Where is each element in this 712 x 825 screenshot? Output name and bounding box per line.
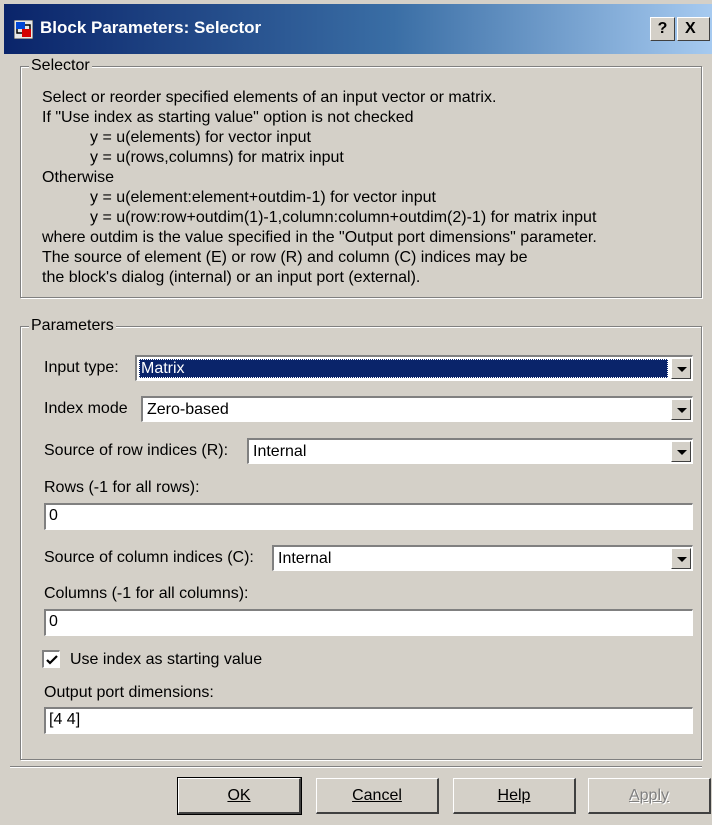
row-source-select[interactable]: Internal <box>247 438 693 464</box>
rows-input[interactable]: 0 <box>44 503 693 530</box>
parameters-group-label: Parameters <box>29 317 116 335</box>
help-title-button[interactable]: ? <box>650 17 675 41</box>
chevron-down-icon[interactable] <box>671 399 691 420</box>
ok-button-label: OK <box>227 786 251 804</box>
chevron-down-icon[interactable] <box>671 441 691 462</box>
dialog-window: Block Parameters: Selector ? X Selector … <box>0 0 712 825</box>
description-line: y = u(row:row+outdim(1)-1,column:column+… <box>90 209 597 226</box>
index-mode-value: Zero-based <box>147 401 229 418</box>
title-bar[interactable]: Block Parameters: Selector ? X <box>4 4 712 54</box>
description-line: the block's dialog (internal) or an inpu… <box>42 269 421 286</box>
description-line: y = u(elements) for vector input <box>90 129 311 146</box>
apply-button-label: Apply <box>628 786 670 804</box>
output-dims-input[interactable]: [4 4] <box>44 707 693 734</box>
help-button-label: Help <box>497 786 531 804</box>
selector-description: Select or reorder specified elements of … <box>42 88 702 288</box>
input-type-label: Input type: <box>44 359 119 376</box>
column-source-value: Internal <box>278 550 332 567</box>
description-line: If "Use index as starting value" option … <box>42 109 414 126</box>
footer-divider <box>10 766 702 768</box>
selector-group-label: Selector <box>29 57 92 75</box>
output-dims-label: Output port dimensions: <box>44 684 214 701</box>
index-mode-select[interactable]: Zero-based <box>141 396 693 422</box>
index-mode-label: Index mode <box>44 400 128 417</box>
row-source-value: Internal <box>253 443 307 460</box>
input-type-value: Matrix <box>139 359 668 378</box>
description-line: Select or reorder specified elements of … <box>42 89 497 106</box>
chevron-down-icon[interactable] <box>671 358 691 379</box>
description-line: where outdim is the value specified in t… <box>42 229 597 246</box>
column-source-label: Source of column indices (C): <box>44 549 254 566</box>
ok-button[interactable]: OK <box>177 777 302 815</box>
columns-label: Columns (-1 for all columns): <box>44 585 249 602</box>
input-type-select[interactable]: Matrix <box>135 355 693 381</box>
use-index-start-checkbox[interactable] <box>42 650 60 668</box>
description-line: y = u(rows,columns) for matrix input <box>90 149 344 166</box>
cancel-button-label: Cancel <box>352 786 402 804</box>
close-icon: X <box>685 20 696 37</box>
row-source-label: Source of row indices (R): <box>44 442 229 459</box>
help-icon: ? <box>657 20 668 37</box>
description-line: The source of element (E) or row (R) and… <box>42 249 528 266</box>
window-title: Block Parameters: Selector <box>40 18 262 37</box>
chevron-down-icon[interactable] <box>671 548 691 569</box>
use-index-start-label[interactable]: Use index as starting value <box>70 650 262 670</box>
description-line: y = u(element:element+outdim-1) for vect… <box>90 189 436 206</box>
help-button[interactable]: Help <box>453 778 576 814</box>
cancel-button[interactable]: Cancel <box>316 778 439 814</box>
apply-button: Apply <box>588 778 711 814</box>
columns-input[interactable]: 0 <box>44 609 693 636</box>
rows-label: Rows (-1 for all rows): <box>44 479 200 496</box>
column-source-select[interactable]: Internal <box>272 545 693 571</box>
close-title-button[interactable]: X <box>677 17 710 41</box>
simulink-block-icon <box>13 19 34 40</box>
description-line: Otherwise <box>42 169 115 186</box>
check-icon <box>46 655 58 665</box>
